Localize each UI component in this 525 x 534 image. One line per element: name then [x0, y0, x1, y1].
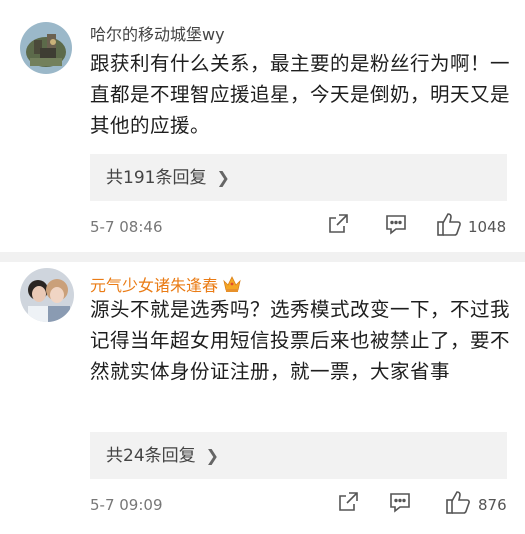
chevron-right-icon: ❯ [216, 168, 230, 187]
comment-time: 5-7 09:09 [90, 496, 163, 514]
comment-footer: 5-7 08:46 1048 [90, 212, 510, 242]
share-icon[interactable] [326, 212, 350, 240]
comment-time: 5-7 08:46 [90, 218, 163, 236]
comment-icon[interactable] [384, 212, 408, 240]
comment-2: 元气少女诸朱逢春 源头不就是选秀吗？选秀模式改变一下，不过我记得当年超女用短信投… [0, 262, 525, 534]
replies-button[interactable]: 共191条回复 ❯ [90, 154, 507, 201]
like-count: 876 [478, 496, 507, 514]
comment-icon[interactable] [388, 490, 412, 518]
castle-avatar[interactable] [20, 22, 72, 74]
replies-label: 共24条回复 [106, 446, 196, 466]
comment-username[interactable]: 哈尔的移动城堡wy [90, 21, 225, 45]
divider [0, 252, 525, 262]
replies-button[interactable]: 共24条回复 ❯ [90, 432, 507, 479]
comment-text: 跟获利有什么关系，最主要的是粉丝行为啊！一直都是不理智应援追星，今天是倒奶，明天… [90, 52, 511, 137]
like-count: 1048 [468, 218, 507, 236]
share-icon[interactable] [336, 490, 360, 518]
like-icon[interactable] [435, 210, 463, 242]
like-icon[interactable] [444, 488, 472, 520]
comment-footer: 5-7 09:09 876 [90, 490, 510, 520]
comment-text: 源头不就是选秀吗？选秀模式改变一下，不过我记得当年超女用短信投票后来也被禁止了，… [90, 298, 511, 383]
replies-label: 共191条回复 [106, 168, 207, 188]
comment-1: 哈尔的移动城堡wy 跟获利有什么关系，最主要的是粉丝行为啊！一直都是不理智应援追… [0, 0, 525, 256]
username-text: 元气少女诸朱逢春 [90, 276, 219, 295]
people-avatar[interactable] [20, 268, 74, 322]
chevron-right-icon: ❯ [205, 446, 220, 465]
